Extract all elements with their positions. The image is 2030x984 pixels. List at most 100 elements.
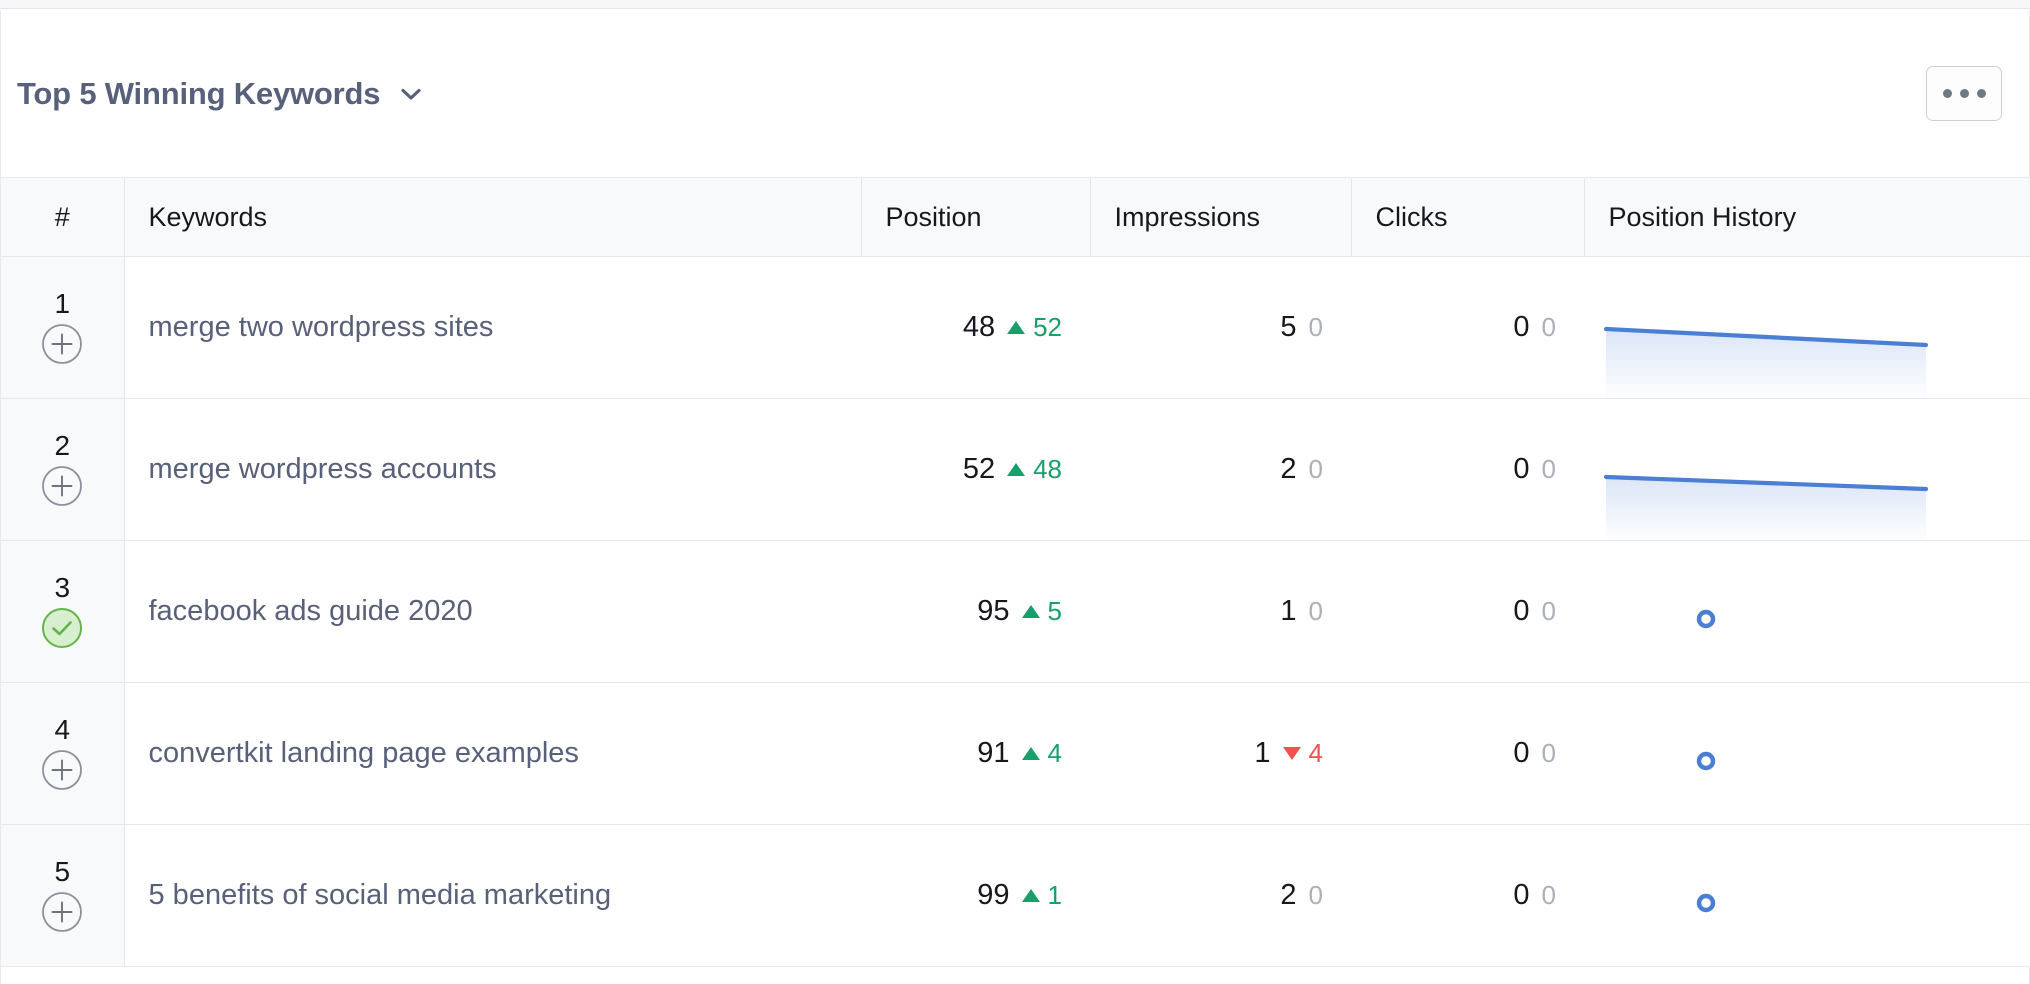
position-value: 48 (962, 311, 996, 343)
keywords-widget: Top 5 Winning Keywords # Keywords Positi… (0, 0, 2030, 984)
clicks-delta: 0 (1541, 596, 1556, 626)
position-history-point (1696, 893, 1716, 913)
position-cell: 99 1 (861, 824, 1090, 967)
triangle-up-icon (1021, 605, 1040, 618)
clicks-delta: 0 (1541, 454, 1556, 484)
clicks-value: 0 (1513, 879, 1530, 911)
impressions-cell: 10 (1090, 540, 1351, 683)
clicks-cell: 00 (1351, 540, 1584, 683)
rank-stack: 2 (1, 399, 124, 540)
clicks-value: 0 (1513, 737, 1530, 769)
impressions-cell: 20 (1090, 398, 1351, 541)
impressions-value: 5 (1280, 311, 1297, 343)
table-body: 1 merge two wordpress sites 48 52 5 0 0 0 2 merge… (1, 256, 2030, 967)
position-delta: 1 (1021, 880, 1062, 910)
impressions-value: 1 (1254, 737, 1271, 769)
keyword-label: convertkit landing page examples (148, 737, 579, 769)
position-history-cell (1584, 824, 2030, 967)
rank-cell: 1 (1, 256, 125, 399)
column-header-position-history[interactable]: Position History (1584, 177, 2030, 257)
keyword-label: merge two wordpress sites (148, 311, 494, 343)
rank-stack: 5 (1, 825, 124, 966)
table-row[interactable]: 5 5 benefits of social media marketing 99 1… (1, 824, 2030, 967)
plus-circle-icon[interactable] (41, 465, 83, 507)
clicks-value: 0 (1513, 453, 1530, 485)
keyword-label: 5 benefits of social media marketing (148, 879, 612, 911)
position-history-point (1696, 609, 1716, 629)
table-row[interactable]: 3 facebook ads guide 2020 95 5 1 0 0 0 (1, 540, 2030, 683)
table-row[interactable]: 2 merge wordpress accounts 52 48 2 0 0 0 (1, 398, 2030, 541)
position-value: 52 (962, 453, 996, 485)
keyword-label: merge wordpress accounts (148, 453, 497, 485)
position-history-point (1696, 751, 1716, 771)
impressions-value: 2 (1280, 879, 1297, 911)
column-header-position[interactable]: Position (861, 177, 1091, 257)
plus-circle-icon[interactable] (41, 891, 83, 933)
column-header-rank[interactable]: # (1, 177, 125, 257)
position-history-cell (1584, 682, 2030, 825)
table-header-row: # Keywords Position Impressions Clicks P… (1, 177, 2030, 257)
impressions-delta: 0 (1308, 454, 1323, 484)
ellipsis-icon (1959, 89, 1969, 98)
rank-stack: 3 (1, 541, 124, 682)
rank-cell: 2 (1, 398, 125, 541)
column-header-clicks[interactable]: Clicks (1351, 177, 1585, 257)
position-history-sparkline (1603, 326, 1929, 398)
position-cell: 48 52 (861, 256, 1090, 399)
ellipsis-icon (1976, 89, 1986, 98)
triangle-up-icon (1021, 889, 1040, 902)
keyword-cell[interactable]: merge two wordpress sites (124, 256, 861, 399)
position-delta: 52 (1007, 312, 1062, 342)
column-header-impressions[interactable]: Impressions (1090, 177, 1352, 257)
chevron-down-icon[interactable] (398, 81, 424, 107)
keywords-table: # Keywords Position Impressions Clicks P… (1, 177, 2030, 967)
impressions-delta: 0 (1308, 880, 1323, 910)
check-circle-icon[interactable] (41, 607, 83, 649)
table-row[interactable]: 4 convertkit landing page examples 91 4 1 4 0 0 (1, 682, 2030, 825)
impressions-delta: 4 (1282, 738, 1323, 768)
page-title: Top 5 Winning Keywords (17, 76, 381, 111)
impressions-value: 2 (1280, 453, 1297, 485)
triangle-up-icon (1007, 321, 1026, 334)
table-row[interactable]: 1 merge two wordpress sites 48 52 5 0 0 0 (1, 256, 2030, 399)
rank-cell: 4 (1, 682, 125, 825)
impressions-cell: 50 (1090, 256, 1351, 399)
clicks-cell: 00 (1351, 398, 1584, 541)
rank-cell: 3 (1, 540, 125, 683)
plus-circle-icon[interactable] (41, 323, 83, 365)
position-delta: 4 (1021, 738, 1062, 768)
position-delta: 5 (1021, 596, 1062, 626)
keyword-cell[interactable]: facebook ads guide 2020 (124, 540, 861, 683)
rank-number: 4 (54, 714, 71, 745)
clicks-value: 0 (1513, 595, 1530, 627)
card-menu-button[interactable] (1926, 66, 2002, 121)
position-history-sparkline (1603, 474, 1929, 540)
rank-stack: 1 (1, 257, 124, 398)
keyword-cell[interactable]: convertkit landing page examples (124, 682, 861, 825)
clicks-value: 0 (1513, 311, 1530, 343)
keyword-cell[interactable]: merge wordpress accounts (124, 398, 861, 541)
clicks-cell: 00 (1351, 256, 1584, 399)
card-header: Top 5 Winning Keywords (1, 10, 2029, 177)
position-value: 91 (977, 737, 1010, 769)
position-cell: 95 5 (861, 540, 1090, 683)
keyword-cell[interactable]: 5 benefits of social media marketing (124, 824, 861, 967)
position-history-cell (1584, 540, 2030, 683)
position-cell: 52 48 (861, 398, 1090, 541)
rank-number: 2 (54, 430, 71, 461)
impressions-value: 1 (1280, 595, 1297, 627)
column-header-keywords[interactable]: Keywords (124, 177, 862, 257)
position-cell: 91 4 (861, 682, 1090, 825)
plus-circle-icon[interactable] (41, 749, 83, 791)
triangle-up-icon (1021, 747, 1040, 760)
triangle-down-icon (1282, 747, 1301, 760)
clicks-cell: 00 (1351, 682, 1584, 825)
rank-number: 5 (54, 856, 71, 887)
winning-keywords-card: Top 5 Winning Keywords # Keywords Positi… (0, 10, 2030, 984)
clicks-delta: 0 (1541, 738, 1556, 768)
position-value: 95 (977, 595, 1010, 627)
table-header: # Keywords Position Impressions Clicks P… (1, 177, 2030, 257)
position-value: 99 (977, 879, 1010, 911)
card-title-dropdown[interactable]: Top 5 Winning Keywords (17, 78, 424, 109)
position-delta: 48 (1007, 454, 1062, 484)
